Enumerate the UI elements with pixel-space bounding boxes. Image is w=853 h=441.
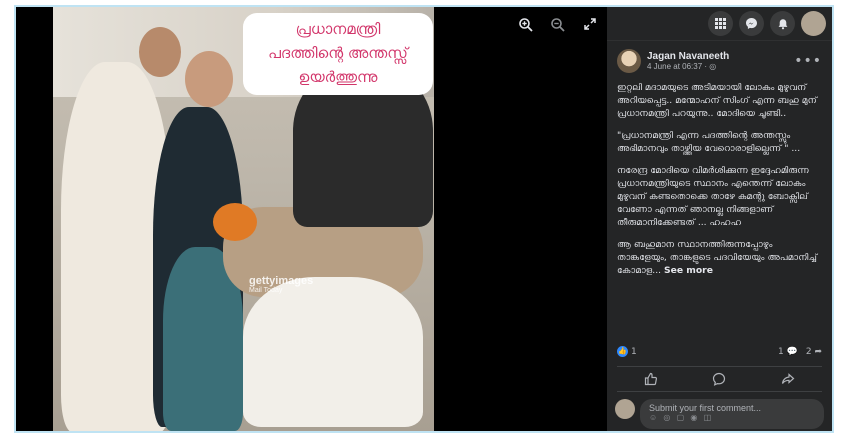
post-paragraph-4: ആ ബഹുമാന സ്ഥാനത്തിരുന്നപ്പോഴും താങ്കളേയു… — [617, 238, 822, 277]
comment-tools-icons[interactable]: ☺ ◎ ▢ ◉ ◫ — [649, 413, 815, 422]
see-more-link[interactable]: See more — [664, 265, 713, 276]
post-header: Jagan Navaneeth 4 June at 06:37 · ◎ ••• — [617, 49, 822, 73]
messenger-icon[interactable] — [739, 11, 764, 36]
like-reaction-icon: 👍 — [617, 346, 628, 357]
caption-line-1: പ്രധാനമന്ത്രി — [295, 20, 381, 38]
bell-icon[interactable] — [770, 11, 795, 36]
media-viewer: പ്രധാനമന്ത്രി പദത്തിന്റെ അന്തസ്സ് ഉയർത്ത… — [16, 7, 607, 431]
account-avatar[interactable] — [801, 11, 826, 36]
post-paragraph-3: നരേന്ദ്ര മോദിയെ വിമർശിക്കുന്ന ഇദ്ദേഹമിരു… — [617, 165, 809, 228]
watermark-subtext: Mail Today — [249, 287, 283, 294]
author-name[interactable]: Jagan Navaneeth — [647, 51, 729, 62]
share-icon — [781, 373, 795, 384]
comment-count-group[interactable]: 1 💬 — [778, 347, 798, 357]
post-paragraph-2: "പ്രധാനമന്ത്രി എന്ന പദത്തിന്റെ അന്തസ്സും… — [617, 130, 801, 154]
post-content: Jagan Navaneeth 4 June at 06:37 · ◎ ••• … — [607, 41, 832, 277]
comment-bubble-icon: 💬 — [786, 346, 798, 357]
share-arrow-icon: ➦ — [814, 346, 822, 357]
comment-input[interactable]: Submit your first comment... ☺ ◎ ▢ ◉ ◫ — [640, 399, 824, 429]
photo-figure-white — [243, 277, 423, 427]
comment-placeholder: Submit your first comment... — [649, 403, 762, 413]
share-count-group[interactable]: 2 ➦ — [806, 347, 822, 357]
post-side-panel: Jagan Navaneeth 4 June at 06:37 · ◎ ••• … — [607, 7, 832, 431]
share-count: 2 — [805, 346, 812, 357]
comment-icon — [713, 372, 726, 386]
comment-composer: Submit your first comment... ☺ ◎ ▢ ◉ ◫ — [615, 399, 824, 429]
comment-count: 1 — [778, 346, 784, 357]
getty-watermark: gettyimages Mail Today — [249, 275, 313, 294]
like-count[interactable]: 1 — [631, 347, 637, 357]
caption-line-2: പദത്തിന്റെ അന്തസ്സ് — [268, 44, 408, 62]
more-options-icon[interactable]: ••• — [794, 53, 822, 69]
zoom-out-icon[interactable] — [549, 17, 567, 35]
top-bar — [607, 7, 832, 41]
post-photo: പ്രധാനമന്ത്രി പദത്തിന്റെ അന്തസ്സ് ഉയർത്ത… — [53, 7, 434, 431]
watermark-text: gettyimages — [249, 275, 314, 287]
author-meta: Jagan Navaneeth 4 June at 06:37 · ◎ — [647, 51, 729, 71]
caption-line-3: ഉയർത്തുന്നു — [298, 68, 378, 86]
author-avatar[interactable] — [617, 49, 641, 73]
fullscreen-icon[interactable] — [581, 17, 599, 35]
post-paragraph-1: ഇറ്റലി മദാമയുടെ അടിമയായി ലോകം മുഴുവന് അറ… — [617, 82, 817, 119]
photo-head-center — [185, 51, 233, 107]
post-paragraph-4-text: ആ ബഹുമാന സ്ഥാനത്തിരുന്നപ്പോഴും താങ്കളേയു… — [617, 239, 818, 276]
post-timestamp[interactable]: 4 June at 06:37 · ◎ — [647, 62, 729, 71]
grid-menu-icon[interactable] — [708, 11, 733, 36]
photo-turban — [213, 203, 257, 241]
zoom-in-icon[interactable] — [517, 17, 535, 35]
viewer-controls — [517, 17, 599, 35]
thumbs-up-icon — [645, 372, 658, 386]
image-caption-overlay: പ്രധാനമന്ത്രി പദത്തിന്റെ അന്തസ്സ് ഉയർത്ത… — [243, 13, 433, 95]
engagement-counts: 1 💬 2 ➦ — [778, 347, 822, 357]
comment-button[interactable] — [685, 367, 753, 391]
commenter-avatar — [615, 399, 635, 419]
post-actions — [617, 366, 822, 392]
screenshot-frame: പ്രധാനമന്ത്രി പദത്തിന്റെ അന്തസ്സ് ഉയർത്ത… — [14, 5, 834, 433]
share-button[interactable] — [754, 367, 822, 391]
reactions-bar: 👍 1 1 💬 2 ➦ — [617, 346, 822, 357]
photo-head-left — [139, 27, 181, 77]
like-button[interactable] — [617, 367, 685, 391]
